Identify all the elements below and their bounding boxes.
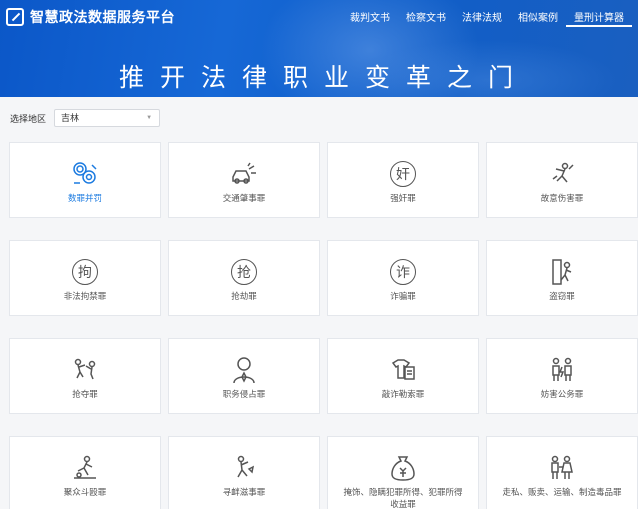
obstructing-duty-icon bbox=[547, 355, 577, 385]
provocation-icon bbox=[229, 453, 259, 483]
card-label: 走私、贩卖、运输、制造毒品罪 bbox=[502, 487, 622, 497]
robbery-icon: 抢 bbox=[229, 257, 259, 287]
logo-icon bbox=[6, 8, 24, 26]
fraud-icon: 诈 bbox=[388, 257, 418, 287]
card-label: 故意伤害罪 bbox=[540, 193, 584, 203]
card-label: 强奸罪 bbox=[390, 193, 416, 203]
card-intentional-injury[interactable]: 故意伤害罪 bbox=[486, 142, 638, 218]
logo[interactable]: 智慧政法数据服务平台 bbox=[6, 7, 175, 27]
card-label: 盗窃罪 bbox=[549, 291, 575, 301]
drug-trafficking-icon bbox=[547, 453, 577, 483]
card-label: 抢夺罪 bbox=[72, 389, 98, 399]
nav-item-similar-cases[interactable]: 相似案例 bbox=[510, 0, 566, 27]
nav-item-judgments[interactable]: 裁判文书 bbox=[342, 0, 398, 27]
card-rape[interactable]: 奸 强奸罪 bbox=[327, 142, 479, 218]
card-provocation[interactable]: 寻衅滋事罪 bbox=[168, 436, 320, 509]
card-label: 数罪并罚 bbox=[67, 193, 102, 203]
card-robbery[interactable]: 抢 抢劫罪 bbox=[168, 240, 320, 316]
card-embezzlement[interactable]: 职务侵占罪 bbox=[168, 338, 320, 414]
snatching-icon bbox=[70, 355, 100, 385]
card-drug-trafficking[interactable]: 走私、贩卖、运输、制造毒品罪 bbox=[486, 436, 638, 509]
card-label: 妨害公务罪 bbox=[540, 389, 584, 399]
card-label: 交通肇事罪 bbox=[222, 193, 266, 203]
nav-item-procuratorate-docs[interactable]: 检察文书 bbox=[398, 0, 454, 27]
header-banner: 智慧政法数据服务平台 裁判文书 检察文书 法律法规 相似案例 量刑计算器 推开法… bbox=[0, 0, 638, 97]
region-value: 吉林 bbox=[61, 113, 80, 123]
chevron-down-icon: ▼ bbox=[146, 115, 153, 121]
extortion-icon bbox=[388, 355, 418, 385]
top-nav: 裁判文书 检察文书 法律法规 相似案例 量刑计算器 bbox=[342, 0, 632, 27]
card-label: 职务侵占罪 bbox=[222, 389, 266, 399]
nav-item-sentencing-calculator[interactable]: 量刑计算器 bbox=[566, 0, 632, 27]
embezzlement-icon bbox=[229, 355, 259, 385]
card-traffic-accident[interactable]: 交通肇事罪 bbox=[168, 142, 320, 218]
illegal-detention-icon: 拘 bbox=[70, 257, 100, 287]
card-snatching[interactable]: 抢夺罪 bbox=[9, 338, 161, 414]
card-obstructing-duty[interactable]: 妨害公务罪 bbox=[486, 338, 638, 414]
card-label: 寻衅滋事罪 bbox=[222, 487, 266, 497]
card-illegal-detention[interactable]: 拘 非法拘禁罪 bbox=[9, 240, 161, 316]
traffic-accident-icon bbox=[229, 159, 259, 189]
nav-item-laws[interactable]: 法律法规 bbox=[454, 0, 510, 27]
region-filter: 选择地区 吉林 ▼ bbox=[10, 109, 161, 127]
region-select[interactable]: 吉林 ▼ bbox=[54, 109, 161, 127]
slogan: 推开法律职业变革之门 bbox=[118, 64, 529, 92]
card-label: 非法拘禁罪 bbox=[63, 291, 107, 301]
logo-text: 智慧政法数据服务平台 bbox=[30, 9, 175, 25]
card-extortion[interactable]: 敲诈勒索罪 bbox=[327, 338, 479, 414]
card-label: 抢劫罪 bbox=[231, 291, 257, 301]
intentional-injury-icon bbox=[547, 159, 577, 189]
card-label: 敲诈勒索罪 bbox=[381, 389, 425, 399]
card-label: 诈骗罪 bbox=[390, 291, 416, 301]
card-concealing-proceeds[interactable]: 掩饰、隐瞒犯罪所得、犯罪所得收益罪 bbox=[327, 436, 479, 509]
card-label: 聚众斗殴罪 bbox=[63, 487, 107, 497]
theft-icon bbox=[547, 257, 577, 287]
card-label: 掩饰、隐瞒犯罪所得、犯罪所得收益罪 bbox=[343, 487, 463, 509]
card-combined-crimes[interactable]: 数罪并罚 bbox=[9, 142, 161, 218]
region-label: 选择地区 bbox=[10, 113, 47, 124]
combined-crimes-icon bbox=[70, 159, 100, 189]
card-theft[interactable]: 盗窃罪 bbox=[486, 240, 638, 316]
card-gang-fight[interactable]: 聚众斗殴罪 bbox=[9, 436, 161, 509]
gang-fight-icon bbox=[70, 453, 100, 483]
concealing-proceeds-icon bbox=[388, 453, 418, 483]
card-fraud[interactable]: 诈 诈骗罪 bbox=[327, 240, 479, 316]
rape-icon: 奸 bbox=[388, 159, 418, 189]
